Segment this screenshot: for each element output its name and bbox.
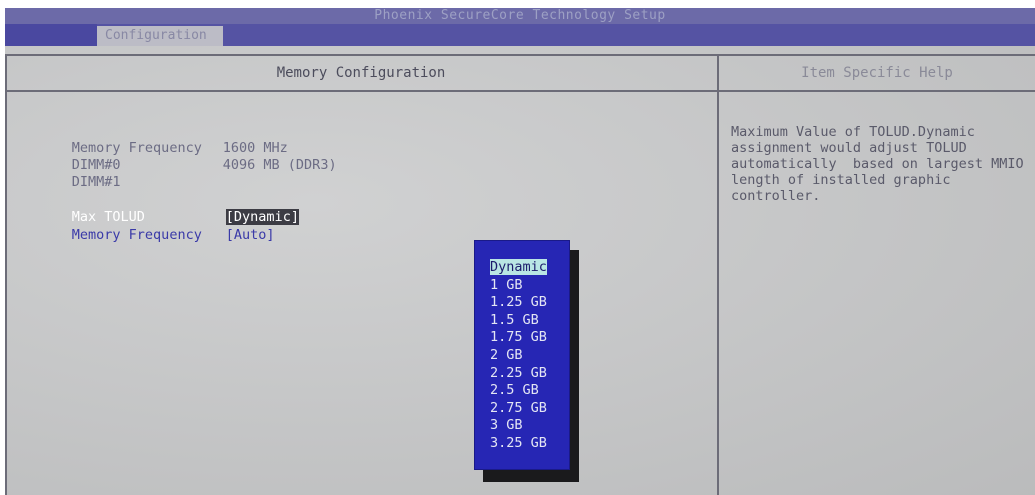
option-1-5gb[interactable]: 1.5 GB [490, 312, 547, 330]
frame-top-border [5, 54, 1035, 56]
frame-left-border [5, 54, 7, 495]
option-2gb[interactable]: 2 GB [490, 347, 547, 365]
window-title: Phoenix SecureCore Technology Setup [5, 8, 1035, 24]
header-divider [5, 90, 1035, 92]
option-1gb[interactable]: 1 GB [490, 277, 547, 295]
option-2-75gb[interactable]: 2.75 GB [490, 400, 547, 418]
info-label: DIMM#1 [71, 174, 121, 190]
tolud-options-popup[interactable]: Dynamic 1 GB 1.25 GB 1.5 GB 1.75 GB 2 GB… [474, 240, 570, 470]
page-title: Memory Configuration [276, 65, 446, 81]
help-text: Maximum Value of TOLUD.Dynamic assignmen… [731, 124, 1024, 204]
options-list: Dynamic 1 GB 1.25 GB 1.5 GB 1.75 GB 2 GB… [490, 259, 547, 453]
menu-bar: Configuration [5, 24, 1035, 46]
option-3gb[interactable]: 3 GB [490, 417, 547, 435]
setting-memory-frequency[interactable]: Memory Frequency [23, 211, 202, 259]
tab-configuration[interactable]: Configuration [97, 26, 223, 46]
option-2-5gb[interactable]: 2.5 GB [490, 382, 547, 400]
menu-bar-left-strip [5, 24, 97, 46]
option-1-75gb[interactable]: 1.75 GB [490, 329, 547, 347]
help-title: Item Specific Help [801, 65, 953, 81]
option-1-25gb[interactable]: 1.25 GB [490, 294, 547, 312]
option-3-25gb[interactable]: 3.25 GB [490, 435, 547, 453]
setting-value[interactable]: [Auto] [226, 227, 275, 243]
panel-divider [717, 54, 719, 495]
setting-memory-frequency-value[interactable]: [Auto] [177, 211, 275, 259]
info-value: 4096 MB (DDR3) [222, 157, 337, 173]
option-2-25gb[interactable]: 2.25 GB [490, 365, 547, 383]
option-dynamic[interactable]: Dynamic [490, 259, 547, 277]
info-value-dimm0: 4096 MB (DDR3) [174, 141, 337, 189]
